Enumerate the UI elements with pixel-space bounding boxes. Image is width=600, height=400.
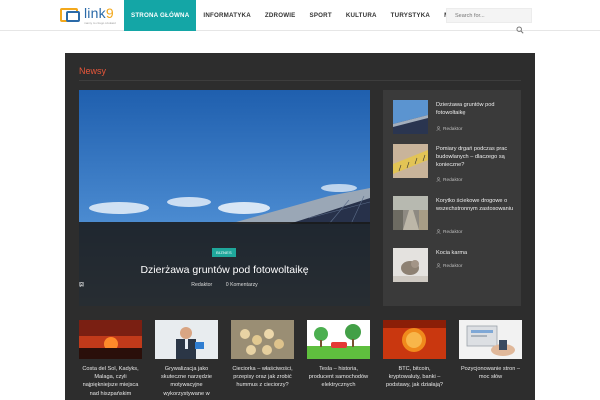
article-card-title[interactable]: BTC, bitcoin, kryptowaluty, banki – pods… <box>383 365 446 390</box>
main-nav: STRONA GŁÓWNA INFORMATYKA ZDROWIE SPORT … <box>124 0 501 31</box>
article-card-thumbnail <box>383 320 446 359</box>
logo-text: link9 <box>84 5 114 21</box>
featured-author-name: Redaktor <box>191 282 213 288</box>
nav-item-kultura[interactable]: KULTURA <box>339 0 384 31</box>
list-item[interactable]: Kocia karma Redaktor <box>393 248 521 288</box>
article-card-title[interactable]: Pozycjonowanie stron – moc słów <box>459 365 522 381</box>
article-card-title[interactable]: Tesla – historia, producent samochodów e… <box>307 365 370 390</box>
list-item[interactable]: Korytko ściekowe drogowe o wszechstronny… <box>393 196 521 236</box>
list-item-title[interactable]: Pomiary drgań podczas prac budowlanych –… <box>436 145 518 169</box>
list-item-thumbnail <box>393 248 428 282</box>
user-icon <box>436 263 441 268</box>
list-item-author-name: Redaktor <box>443 263 463 269</box>
list-item-thumbnail <box>393 100 428 134</box>
list-item-title[interactable]: Dzierżawa gruntów pod fotowoltaikę <box>436 101 518 117</box>
list-item-author: Redaktor <box>436 263 462 269</box>
nav-item-turystyka[interactable]: TURYSTYKA <box>384 0 437 31</box>
user-icon <box>436 177 441 182</box>
article-card-thumbnail <box>231 320 294 359</box>
site-header: link9 mamy to czego szukasz STRONA GŁÓWN… <box>0 0 600 31</box>
article-card[interactable]: Costa del Sol, Kadyks, Malaga, czyli naj… <box>79 320 142 400</box>
article-card-thumbnail <box>307 320 370 359</box>
list-item-author: Redaktor <box>436 177 462 183</box>
article-card-title[interactable]: Cieciorka – właściwości, przepisy oraz j… <box>231 365 294 390</box>
section-title: Newsy <box>79 66 107 76</box>
list-item-author-name: Redaktor <box>443 229 463 235</box>
article-card-title[interactable]: Costa del Sol, Kadyks, Malaga, czyli naj… <box>79 365 142 398</box>
article-card-thumbnail <box>79 320 142 359</box>
featured-comments[interactable]: 0 Komentarzy <box>79 282 261 288</box>
list-item-author: Redaktor <box>436 229 462 235</box>
section-divider <box>79 80 521 81</box>
article-card[interactable]: Grywalizacja jako skuteczne narzędzie mo… <box>155 320 218 400</box>
category-badge[interactable]: BIZNES <box>212 248 236 257</box>
logo-tagline: mamy to czego szukasz <box>84 21 117 25</box>
list-item-author: Redaktor <box>436 126 462 132</box>
featured-article[interactable]: BIZNES Dzierżawa gruntów pod fotowoltaik… <box>79 90 370 306</box>
article-card[interactable]: Pozycjonowanie stron – moc słów <box>459 320 522 400</box>
featured-meta: Redaktor 0 Komentarzy <box>79 282 370 288</box>
nav-item-sport[interactable]: SPORT <box>303 0 339 31</box>
sidebar-news-list: Dzierżawa gruntów pod fotowoltaikę Redak… <box>383 90 521 306</box>
list-item[interactable]: Dzierżawa gruntów pod fotowoltaikę Redak… <box>393 100 521 140</box>
search-input[interactable] <box>446 8 532 23</box>
logo-mark-inner-icon <box>66 11 80 22</box>
article-card[interactable]: Cieciorka – właściwości, przepisy oraz j… <box>231 320 294 400</box>
article-card[interactable]: Tesla – historia, producent samochodów e… <box>307 320 370 400</box>
list-item-title[interactable]: Kocia karma <box>436 249 518 257</box>
featured-comments-count: 0 Komentarzy <box>225 282 258 288</box>
site-logo[interactable]: link9 mamy to czego szukasz <box>60 5 120 26</box>
comment-icon <box>79 282 84 287</box>
featured-author[interactable]: Redaktor <box>79 282 215 288</box>
list-item-title[interactable]: Korytko ściekowe drogowe o wszechstronny… <box>436 197 518 213</box>
list-item-thumbnail <box>393 196 428 230</box>
search-icon[interactable] <box>516 26 524 34</box>
nav-item-zdrowie[interactable]: ZDROWIE <box>258 0 303 31</box>
list-item-author-name: Redaktor <box>443 126 463 132</box>
user-icon <box>436 126 441 131</box>
list-item[interactable]: Pomiary drgań podczas prac budowlanych –… <box>393 144 521 184</box>
list-item-author-name: Redaktor <box>443 177 463 183</box>
article-card[interactable]: BTC, bitcoin, kryptowaluty, banki – pods… <box>383 320 446 400</box>
featured-title[interactable]: Dzierżawa gruntów pod fotowoltaikę <box>79 264 370 276</box>
article-card-title[interactable]: Grywalizacja jako skuteczne narzędzie mo… <box>155 365 218 398</box>
list-item-thumbnail <box>393 144 428 178</box>
nav-item-informatyka[interactable]: INFORMATYKA <box>196 0 257 31</box>
article-card-thumbnail <box>459 320 522 359</box>
article-card-thumbnail <box>155 320 218 359</box>
user-icon <box>436 229 441 234</box>
nav-item-home[interactable]: STRONA GŁÓWNA <box>124 0 197 31</box>
